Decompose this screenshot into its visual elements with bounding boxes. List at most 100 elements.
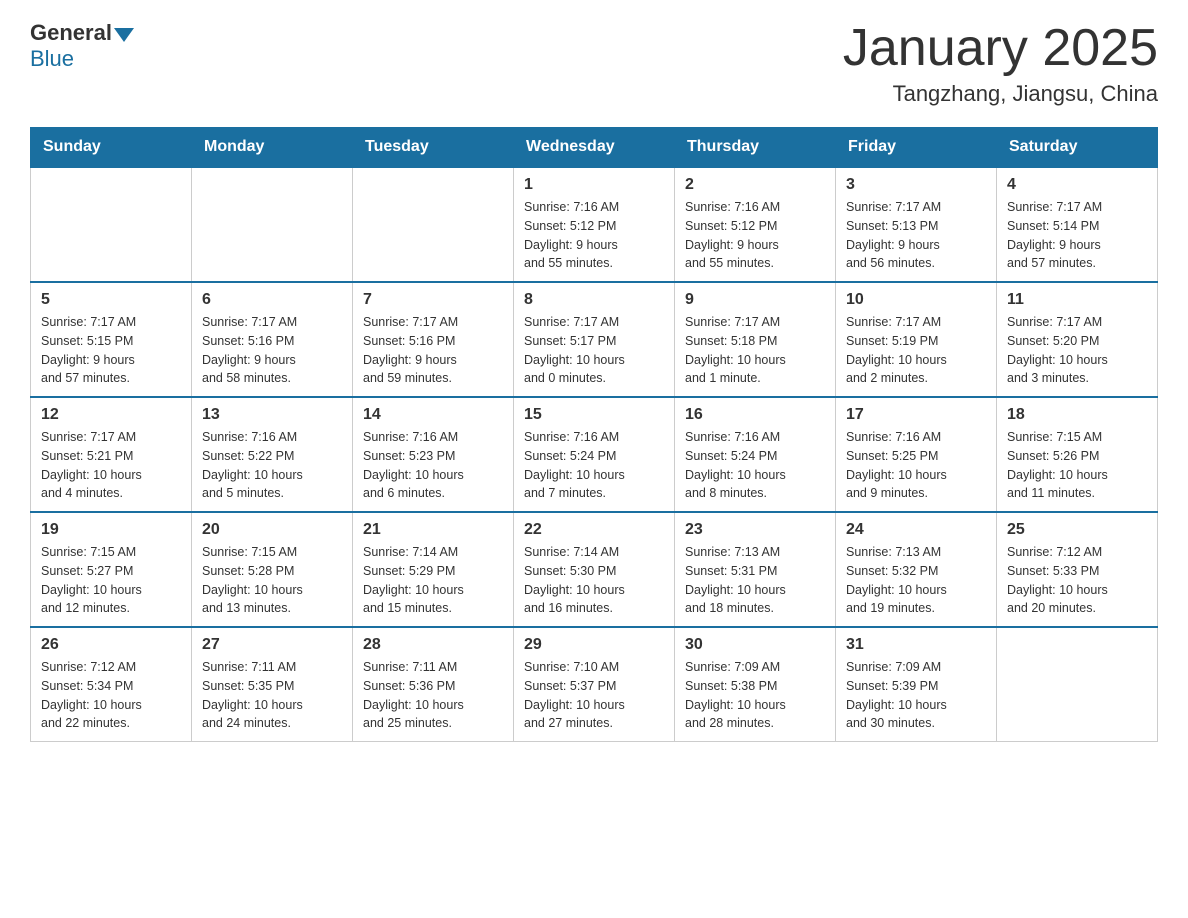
day-number: 4 <box>1007 176 1147 194</box>
day-number: 14 <box>363 406 503 424</box>
calendar-cell: 2Sunrise: 7:16 AM Sunset: 5:12 PM Daylig… <box>675 167 836 282</box>
calendar-week-row-3: 12Sunrise: 7:17 AM Sunset: 5:21 PM Dayli… <box>31 397 1158 512</box>
calendar-cell: 4 Sunrise: 7:17 AM Sunset: 5:14 PM Daylig… <box>997 167 1158 282</box>
day-info: Sunrise: 7:14 AM Sunset: 5:30 PM Dayligh… <box>524 543 664 618</box>
day-info: Sunrise: 7:17 AM Sunset: 5:14 PM Dayligh… <box>1007 198 1147 273</box>
day-info: Sunrise: 7:16 AM Sunset: 5:12 PM Dayligh… <box>685 198 825 273</box>
day-number: 22 <box>524 521 664 539</box>
calendar-cell <box>31 167 192 282</box>
day-info: Sunrise: 7:13 AM Sunset: 5:31 PM Dayligh… <box>685 543 825 618</box>
logo-general-text: General <box>30 20 112 46</box>
calendar-cell: 26 Sunrise: 7:12 AM Sunset: 5:34 PM Dayli… <box>31 627 192 742</box>
day-number: 7 <box>363 291 503 309</box>
day-info: Sunrise: 7:17 AM Sunset: 5:18 PM Dayligh… <box>685 313 825 388</box>
logo-blue-text: Blue <box>30 46 74 71</box>
day-info: Sunrise: 7:15 AM Sunset: 5:27 PM Dayligh… <box>41 543 181 618</box>
calendar-cell: 9 Sunrise: 7:17 AM Sunset: 5:18 PM Daylig… <box>675 282 836 397</box>
logo-arrow-icon <box>114 28 134 42</box>
day-info: Sunrise: 7:17 AM Sunset: 5:19 PM Dayligh… <box>846 313 986 388</box>
calendar-week-row-4: 19 Sunrise: 7:15 AM Sunset: 5:27 PM Dayli… <box>31 512 1158 627</box>
calendar-header-sunday: Sunday <box>31 128 192 168</box>
calendar-cell: 13 Sunrise: 7:16 AM Sunset: 5:22 PM Dayli… <box>192 397 353 512</box>
calendar-cell: 25Sunrise: 7:12 AM Sunset: 5:33 PM Dayli… <box>997 512 1158 627</box>
day-info: Sunrise: 7:16 AM Sunset: 5:22 PM Dayligh… <box>202 428 342 503</box>
day-info: Sunrise: 7:16 AM Sunset: 5:12 PM Dayligh… <box>524 198 664 273</box>
page-header: General Blue January 2025 Tangzhang, Jia… <box>30 20 1158 107</box>
calendar-cell: 12Sunrise: 7:17 AM Sunset: 5:21 PM Dayli… <box>31 397 192 512</box>
day-info: Sunrise: 7:11 AM Sunset: 5:36 PM Dayligh… <box>363 658 503 733</box>
calendar-cell: 11 Sunrise: 7:17 AM Sunset: 5:20 PM Dayli… <box>997 282 1158 397</box>
day-info: Sunrise: 7:10 AM Sunset: 5:37 PM Dayligh… <box>524 658 664 733</box>
day-number: 5 <box>41 291 181 309</box>
day-info: Sunrise: 7:17 AM Sunset: 5:13 PM Dayligh… <box>846 198 986 273</box>
calendar-header-monday: Monday <box>192 128 353 168</box>
calendar-cell: 30 Sunrise: 7:09 AM Sunset: 5:38 PM Dayli… <box>675 627 836 742</box>
calendar-cell: 29 Sunrise: 7:10 AM Sunset: 5:37 PM Dayli… <box>514 627 675 742</box>
calendar-cell: 10 Sunrise: 7:17 AM Sunset: 5:19 PM Dayli… <box>836 282 997 397</box>
calendar-cell <box>192 167 353 282</box>
calendar-cell: 23 Sunrise: 7:13 AM Sunset: 5:31 PM Dayli… <box>675 512 836 627</box>
day-number: 15 <box>524 406 664 424</box>
day-number: 27 <box>202 636 342 654</box>
day-info: Sunrise: 7:09 AM Sunset: 5:38 PM Dayligh… <box>685 658 825 733</box>
calendar-week-row-5: 26 Sunrise: 7:12 AM Sunset: 5:34 PM Dayli… <box>31 627 1158 742</box>
day-info: Sunrise: 7:15 AM Sunset: 5:26 PM Dayligh… <box>1007 428 1147 503</box>
calendar-week-row-2: 5 Sunrise: 7:17 AM Sunset: 5:15 PM Daylig… <box>31 282 1158 397</box>
day-info: Sunrise: 7:14 AM Sunset: 5:29 PM Dayligh… <box>363 543 503 618</box>
month-title: January 2025 <box>843 20 1158 77</box>
day-number: 12 <box>41 406 181 424</box>
calendar-header-friday: Friday <box>836 128 997 168</box>
calendar-cell: 27Sunrise: 7:11 AM Sunset: 5:35 PM Dayli… <box>192 627 353 742</box>
day-number: 26 <box>41 636 181 654</box>
calendar-cell: 20 Sunrise: 7:15 AM Sunset: 5:28 PM Dayli… <box>192 512 353 627</box>
day-number: 18 <box>1007 406 1147 424</box>
day-info: Sunrise: 7:16 AM Sunset: 5:23 PM Dayligh… <box>363 428 503 503</box>
calendar-cell: 18 Sunrise: 7:15 AM Sunset: 5:26 PM Dayli… <box>997 397 1158 512</box>
day-info: Sunrise: 7:16 AM Sunset: 5:25 PM Dayligh… <box>846 428 986 503</box>
day-number: 9 <box>685 291 825 309</box>
day-info: Sunrise: 7:12 AM Sunset: 5:33 PM Dayligh… <box>1007 543 1147 618</box>
day-info: Sunrise: 7:16 AM Sunset: 5:24 PM Dayligh… <box>685 428 825 503</box>
calendar-cell: 19 Sunrise: 7:15 AM Sunset: 5:27 PM Dayli… <box>31 512 192 627</box>
day-number: 6 <box>202 291 342 309</box>
calendar-cell: 1 Sunrise: 7:16 AM Sunset: 5:12 PM Daylig… <box>514 167 675 282</box>
day-info: Sunrise: 7:16 AM Sunset: 5:24 PM Dayligh… <box>524 428 664 503</box>
day-number: 31 <box>846 636 986 654</box>
day-number: 29 <box>524 636 664 654</box>
day-number: 21 <box>363 521 503 539</box>
day-info: Sunrise: 7:13 AM Sunset: 5:32 PM Dayligh… <box>846 543 986 618</box>
location-title: Tangzhang, Jiangsu, China <box>843 81 1158 107</box>
day-number: 13 <box>202 406 342 424</box>
day-number: 19 <box>41 521 181 539</box>
day-number: 17 <box>846 406 986 424</box>
calendar-cell: 7 Sunrise: 7:17 AM Sunset: 5:16 PM Daylig… <box>353 282 514 397</box>
calendar-cell <box>353 167 514 282</box>
day-info: Sunrise: 7:12 AM Sunset: 5:34 PM Dayligh… <box>41 658 181 733</box>
calendar-week-row-1: 1 Sunrise: 7:16 AM Sunset: 5:12 PM Daylig… <box>31 167 1158 282</box>
calendar-header-tuesday: Tuesday <box>353 128 514 168</box>
calendar-cell: 28Sunrise: 7:11 AM Sunset: 5:36 PM Dayli… <box>353 627 514 742</box>
day-number: 24 <box>846 521 986 539</box>
day-number: 1 <box>524 176 664 194</box>
day-info: Sunrise: 7:17 AM Sunset: 5:15 PM Dayligh… <box>41 313 181 388</box>
day-number: 11 <box>1007 291 1147 309</box>
day-info: Sunrise: 7:17 AM Sunset: 5:17 PM Dayligh… <box>524 313 664 388</box>
day-number: 20 <box>202 521 342 539</box>
calendar-cell: 21 Sunrise: 7:14 AM Sunset: 5:29 PM Dayli… <box>353 512 514 627</box>
calendar-cell <box>997 627 1158 742</box>
day-info: Sunrise: 7:15 AM Sunset: 5:28 PM Dayligh… <box>202 543 342 618</box>
title-block: January 2025 Tangzhang, Jiangsu, China <box>843 20 1158 107</box>
day-number: 16 <box>685 406 825 424</box>
day-number: 30 <box>685 636 825 654</box>
day-info: Sunrise: 7:17 AM Sunset: 5:16 PM Dayligh… <box>202 313 342 388</box>
day-number: 8 <box>524 291 664 309</box>
calendar-cell: 16 Sunrise: 7:16 AM Sunset: 5:24 PM Dayli… <box>675 397 836 512</box>
day-number: 3 <box>846 176 986 194</box>
logo: General Blue <box>30 20 136 72</box>
day-number: 23 <box>685 521 825 539</box>
calendar-cell: 15 Sunrise: 7:16 AM Sunset: 5:24 PM Dayli… <box>514 397 675 512</box>
day-info: Sunrise: 7:17 AM Sunset: 5:16 PM Dayligh… <box>363 313 503 388</box>
day-info: Sunrise: 7:17 AM Sunset: 5:20 PM Dayligh… <box>1007 313 1147 388</box>
day-number: 10 <box>846 291 986 309</box>
calendar-header-thursday: Thursday <box>675 128 836 168</box>
